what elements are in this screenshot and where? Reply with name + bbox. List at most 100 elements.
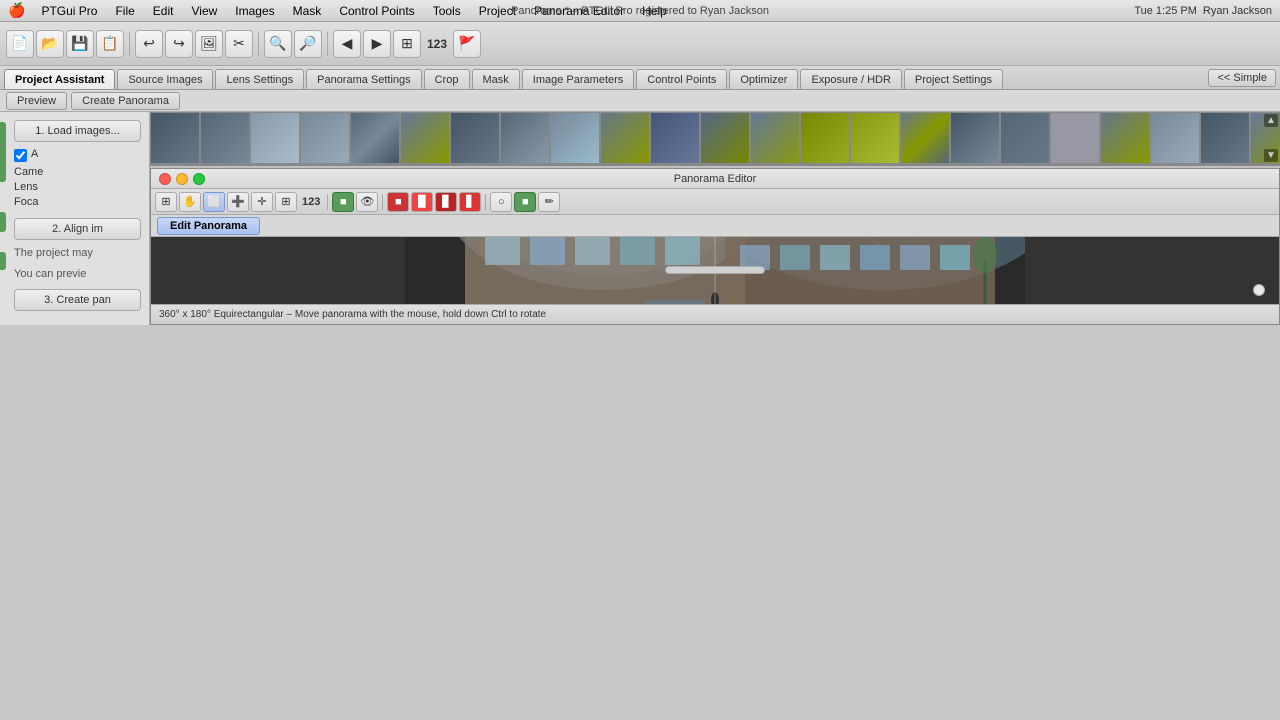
pano-tool-crop[interactable]: ⬜	[203, 192, 225, 212]
main-toolbar: 📄 📂 💾 📋 ↩ ↪ 🖼 ✂ 🔍 🔎 ◀ ▶ ⊞ 123 🚩	[0, 22, 1280, 66]
pano-tool-eye[interactable]: 👁	[356, 192, 378, 212]
pano-tool-pan[interactable]: ✋	[179, 192, 201, 212]
thumbnail-11[interactable]	[650, 112, 700, 164]
toolbar-new[interactable]: 📄	[6, 30, 34, 58]
menu-view[interactable]: View	[183, 2, 225, 20]
window-close-button[interactable]	[159, 173, 171, 185]
tab-project-settings[interactable]: Project Settings	[904, 69, 1003, 89]
pano-tool-sep1	[327, 194, 328, 210]
pano-editor-title-bar: Panorama Editor	[151, 169, 1279, 189]
thumbnail-2[interactable]	[200, 112, 250, 164]
edit-panorama-tab[interactable]: Edit Panorama	[157, 217, 260, 235]
thumbnail-8[interactable]	[500, 112, 550, 164]
menu-mask[interactable]: Mask	[285, 2, 330, 20]
pano-tool-sep3	[485, 194, 486, 210]
toolbar-undo[interactable]: ↩	[135, 30, 163, 58]
tab-optimizer[interactable]: Optimizer	[729, 69, 798, 89]
menu-ptgui[interactable]: PTGui Pro	[33, 2, 105, 20]
horizontal-scrollbar[interactable]	[665, 266, 765, 274]
thumbnail-4[interactable]	[300, 112, 350, 164]
create-panorama-button[interactable]: 3. Create pan	[14, 289, 141, 311]
strip-scroll-up[interactable]: ▲	[1264, 114, 1278, 127]
toolbar-save[interactable]: 💾	[66, 30, 94, 58]
thumbnail-18[interactable]	[1000, 112, 1050, 164]
sub-tab-preview[interactable]: Preview	[6, 92, 67, 110]
tab-image-parameters[interactable]: Image Parameters	[522, 69, 634, 89]
thumbnail-14[interactable]	[800, 112, 850, 164]
toolbar-flag[interactable]: 🚩	[453, 30, 481, 58]
preview-text: You can previe	[14, 267, 141, 282]
left-sidebar: 1. Load images... A Came Lens Foca 2. Al…	[0, 112, 150, 325]
pano-tool-red3[interactable]: ▊	[435, 192, 457, 212]
menu-images[interactable]: Images	[227, 2, 282, 20]
sub-tab-bar: Preview Create Panorama	[0, 90, 1280, 112]
toolbar-add-images[interactable]: 🖼	[195, 30, 223, 58]
scroll-indicator-dot[interactable]	[1253, 284, 1265, 296]
apple-menu[interactable]: 🍎	[8, 2, 25, 19]
strip-scroll-down[interactable]: ▼	[1264, 149, 1278, 162]
load-images-button[interactable]: 1. Load images...	[14, 120, 141, 142]
toolbar-remove[interactable]: ✂	[225, 30, 253, 58]
pano-tool-red4[interactable]: ▋	[459, 192, 481, 212]
pano-tool-sep2	[382, 194, 383, 210]
side-indicator-2	[0, 212, 6, 232]
thumbnail-6[interactable]	[400, 112, 450, 164]
thumbnail-1[interactable]	[150, 112, 200, 164]
pano-tool-red1[interactable]: ■	[387, 192, 409, 212]
pano-tool-cross[interactable]: ✛	[251, 192, 273, 212]
pano-tool-green[interactable]: ■	[332, 192, 354, 212]
align-images-button[interactable]: 2. Align im	[14, 218, 141, 240]
thumbnail-12[interactable]	[700, 112, 750, 164]
thumbnail-21[interactable]	[1150, 112, 1200, 164]
pano-tool-grid[interactable]: ⊞	[275, 192, 297, 212]
toolbar-nav-left[interactable]: ◀	[333, 30, 361, 58]
thumbnail-22[interactable]	[1200, 112, 1250, 164]
sub-tab-create-panorama[interactable]: Create Panorama	[71, 92, 180, 110]
menu-edit[interactable]: Edit	[145, 2, 182, 20]
panorama-editor-window: Panorama Editor ⊞ ✋ ⬜ ➕ ✛ ⊞ 123 ■ 👁 ■ ▉ …	[150, 168, 1280, 325]
tab-lens-settings[interactable]: Lens Settings	[215, 69, 304, 89]
tab-source-images[interactable]: Source Images	[117, 69, 213, 89]
pano-tool-green2[interactable]: ■	[514, 192, 536, 212]
thumbnail-3[interactable]	[250, 112, 300, 164]
thumbnail-17[interactable]	[950, 112, 1000, 164]
pano-tool-circle[interactable]: ○	[490, 192, 512, 212]
thumbnail-15[interactable]	[850, 112, 900, 164]
menu-control-points[interactable]: Control Points	[331, 2, 422, 20]
toolbar-search[interactable]: 🔍	[264, 30, 292, 58]
thumbnail-10[interactable]	[600, 112, 650, 164]
tab-mask[interactable]: Mask	[472, 69, 520, 89]
pano-tool-select[interactable]: ⊞	[155, 192, 177, 212]
tab-panorama-settings[interactable]: Panorama Settings	[306, 69, 422, 89]
tab-control-points[interactable]: Control Points	[636, 69, 727, 89]
toolbar-redo[interactable]: ↪	[165, 30, 193, 58]
pano-tool-draw[interactable]: ✏	[538, 192, 560, 212]
tab-crop[interactable]: Crop	[424, 69, 470, 89]
menu-tools[interactable]: Tools	[425, 2, 469, 20]
thumbnail-13[interactable]	[750, 112, 800, 164]
toolbar-grid[interactable]: ⊞	[393, 30, 421, 58]
thumbnail-16[interactable]	[900, 112, 950, 164]
toolbar-open[interactable]: 📂	[36, 30, 64, 58]
pano-tool-red2[interactable]: ▉	[411, 192, 433, 212]
toolbar-zoom[interactable]: 🔎	[294, 30, 322, 58]
toolbar-nav-right[interactable]: ▶	[363, 30, 391, 58]
menu-file[interactable]: File	[107, 2, 142, 20]
tab-project-assistant[interactable]: Project Assistant	[4, 69, 115, 89]
auto-checkbox[interactable]	[14, 149, 27, 162]
pano-editor-toolbar: ⊞ ✋ ⬜ ➕ ✛ ⊞ 123 ■ 👁 ■ ▉ ▊ ▋ ○ ■ ✏	[151, 189, 1279, 215]
thumbnail-20[interactable]	[1100, 112, 1150, 164]
toolbar-save2[interactable]: 📋	[96, 30, 124, 58]
window-maximize-button[interactable]	[193, 173, 205, 185]
thumbnail-9[interactable]	[550, 112, 600, 164]
thumbnail-7[interactable]	[450, 112, 500, 164]
simple-button[interactable]: << Simple	[1208, 69, 1276, 87]
thumbnail-19[interactable]	[1050, 112, 1100, 164]
thumbnail-5[interactable]	[350, 112, 400, 164]
pano-image-container[interactable]	[151, 237, 1279, 304]
side-indicator-1	[0, 122, 6, 182]
pano-tool-add[interactable]: ➕	[227, 192, 249, 212]
tab-exposure-hdr[interactable]: Exposure / HDR	[800, 69, 901, 89]
window-minimize-button[interactable]	[176, 173, 188, 185]
main-content: ▲ ▼ Panorama Editor ⊞ ✋ ⬜ ➕ ✛ ⊞	[150, 112, 1280, 325]
